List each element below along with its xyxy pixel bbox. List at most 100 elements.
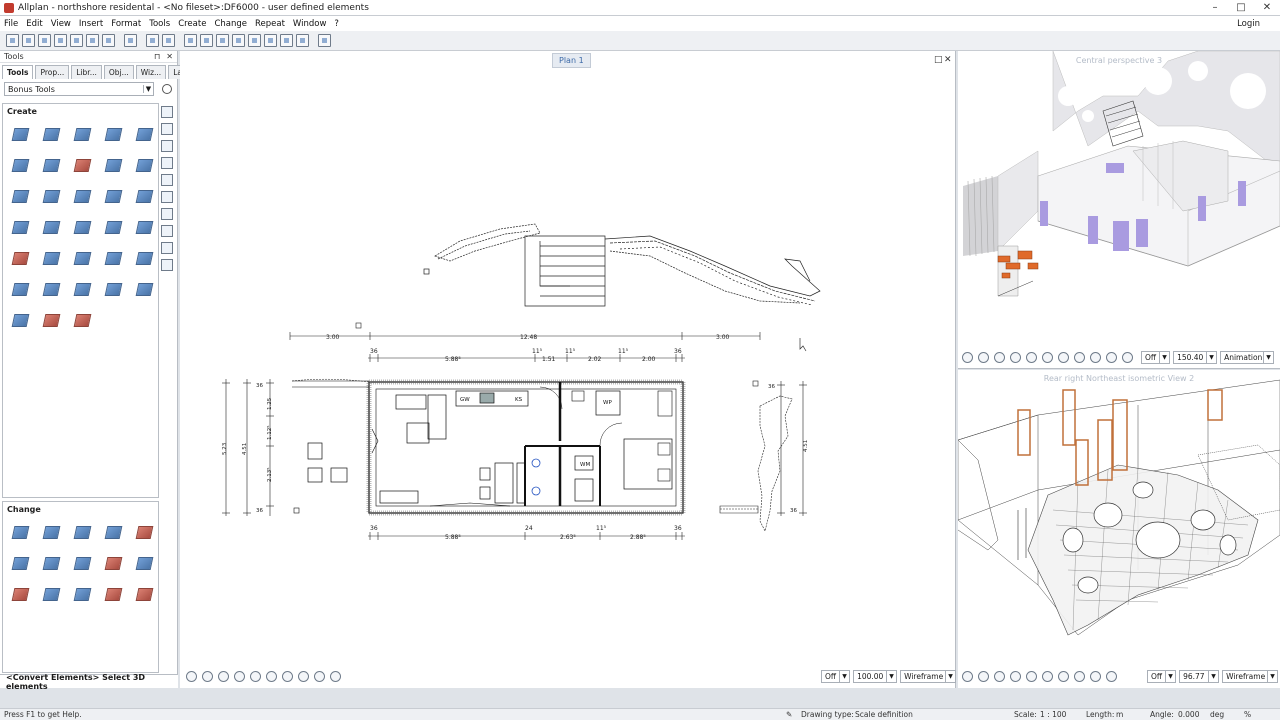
maximize-button[interactable]: □ (1228, 2, 1254, 13)
move-icon[interactable] (280, 34, 293, 47)
tab-objects[interactable]: Obj... (103, 65, 134, 79)
close-view-icon[interactable] (202, 670, 213, 682)
layers-icon[interactable] (134, 279, 154, 299)
split-icon[interactable] (72, 217, 92, 237)
properties-icon[interactable] (161, 157, 173, 169)
plane-icon[interactable] (10, 279, 30, 299)
layer-icon[interactable] (184, 34, 197, 47)
menu-create[interactable]: Create (178, 19, 206, 29)
axis-icon[interactable] (103, 248, 123, 268)
chevron-down-icon[interactable]: ▼ (1166, 669, 1177, 683)
shell-icon[interactable] (134, 217, 154, 237)
category-dropdown[interactable]: Bonus Tools ▼ (4, 82, 154, 96)
persp-render-field[interactable]: Animation (1220, 350, 1265, 364)
minimize-button[interactable]: – (1202, 2, 1228, 13)
menu-repeat[interactable]: Repeat (255, 19, 285, 29)
pan-icon[interactable] (234, 670, 245, 682)
element-icon[interactable] (200, 34, 213, 47)
perspective-render[interactable] (958, 51, 1280, 346)
search-icon[interactable] (162, 84, 172, 94)
zoom-in-icon[interactable] (218, 670, 229, 682)
scale-icon[interactable] (10, 553, 30, 573)
scale-value[interactable]: 1 : 100 (1040, 710, 1066, 719)
chevron-down-icon[interactable]: ▼ (1264, 350, 1275, 364)
modify-line-icon[interactable] (10, 522, 30, 542)
plan-mode-field[interactable]: Off (821, 669, 841, 683)
zoom-in-icon[interactable] (994, 670, 1005, 682)
rotate-icon[interactable] (296, 34, 309, 47)
join-icon[interactable] (103, 217, 123, 237)
close-view-icon[interactable] (978, 351, 989, 363)
open-project-icon[interactable] (22, 34, 35, 47)
chevron-down-icon[interactable]: ▼ (887, 669, 898, 683)
cut-icon[interactable] (102, 34, 115, 47)
filter-icon[interactable] (161, 106, 173, 118)
surface-icon[interactable] (41, 279, 61, 299)
menu-change[interactable]: Change (214, 19, 247, 29)
plan-scale-field[interactable]: 100.00 (853, 669, 888, 683)
eye-icon[interactable] (298, 670, 309, 682)
view-cube-icon[interactable] (1058, 670, 1069, 682)
cylinder-icon[interactable] (103, 124, 123, 144)
offset-icon[interactable] (72, 279, 92, 299)
fillet-icon[interactable] (10, 248, 30, 268)
material-icon[interactable] (72, 584, 92, 604)
line-3d-icon[interactable] (10, 124, 30, 144)
iso-mode-field[interactable]: Off (1147, 669, 1167, 683)
panel-close-icon[interactable]: ✕ (166, 52, 173, 61)
extrude-icon[interactable] (41, 124, 61, 144)
fileset-icon[interactable] (38, 34, 51, 47)
paint-icon[interactable] (10, 584, 30, 604)
revolve-icon[interactable] (103, 155, 123, 175)
tag-icon[interactable] (161, 225, 173, 237)
drawing-type-value[interactable]: Scale definition (855, 710, 913, 719)
grid-view-icon[interactable] (330, 670, 341, 682)
undo-icon[interactable] (146, 34, 159, 47)
camera-icon[interactable] (1090, 351, 1101, 363)
redo-view-icon[interactable] (266, 670, 277, 682)
grid-view-icon[interactable] (1106, 351, 1117, 363)
pan-icon[interactable] (1010, 670, 1021, 682)
menu-window[interactable]: Window (293, 19, 327, 29)
redo-view-icon[interactable] (1042, 351, 1053, 363)
stepper-icon[interactable] (1122, 351, 1133, 363)
new-file-icon[interactable] (6, 34, 19, 47)
attribute-icon[interactable] (216, 34, 229, 47)
table-icon[interactable] (161, 208, 173, 220)
arc-icon[interactable] (41, 522, 61, 542)
torus-icon[interactable] (41, 186, 61, 206)
menu-view[interactable]: View (51, 19, 71, 29)
navigation-icon[interactable] (186, 670, 197, 682)
wireframe-render[interactable] (958, 370, 1280, 665)
list-icon[interactable] (161, 174, 173, 186)
persp-angle-field[interactable]: 150.40 (1173, 350, 1208, 364)
copy-solid-icon[interactable] (134, 553, 154, 573)
grid-icon[interactable] (161, 259, 173, 271)
add-icon[interactable] (86, 34, 99, 47)
chevron-down-icon[interactable]: ▼ (946, 669, 957, 683)
spline-icon[interactable] (103, 522, 123, 542)
paste-icon[interactable] (264, 34, 277, 47)
sphere-icon[interactable] (134, 124, 154, 144)
picture-icon[interactable] (124, 34, 137, 47)
iso-render-field[interactable]: Wireframe (1222, 669, 1269, 683)
copy-icon[interactable] (248, 34, 261, 47)
persp-mode-field[interactable]: Off (1141, 350, 1161, 364)
navigation-icon[interactable] (962, 670, 973, 682)
menu-help[interactable]: ? (334, 19, 339, 29)
trim-icon[interactable] (72, 248, 92, 268)
chevron-down-icon[interactable]: ▼ (1207, 350, 1218, 364)
menu-file[interactable]: File (4, 19, 18, 29)
undo-view-icon[interactable] (250, 670, 261, 682)
chevron-down-icon[interactable]: ▼ (1160, 350, 1171, 364)
corner-icon[interactable] (72, 522, 92, 542)
eye-icon[interactable] (1074, 670, 1085, 682)
convert-elements-icon[interactable] (41, 310, 61, 330)
eye-icon[interactable] (1074, 351, 1085, 363)
loft-icon[interactable] (134, 155, 154, 175)
measure-icon[interactable] (161, 242, 173, 254)
texture-icon[interactable] (41, 584, 61, 604)
plan-view[interactable]: Plan 1 □ ✕ 3.00 12.48 3.00 36 5.88⁵ 11⁵ … (180, 51, 957, 688)
display-icon[interactable] (161, 140, 173, 152)
chevron-down-icon[interactable]: ▼ (1268, 669, 1279, 683)
